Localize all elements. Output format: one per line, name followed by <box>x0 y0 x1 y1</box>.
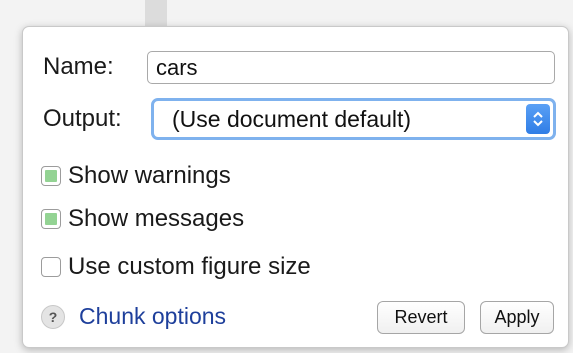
output-select-value: (Use document default) <box>172 105 412 132</box>
custom-figure-size-row[interactable]: Use custom figure size <box>41 253 311 281</box>
name-input[interactable]: cars <box>147 51 555 84</box>
output-row: Output: <box>43 105 122 133</box>
show-messages-label: Show messages <box>68 205 245 232</box>
select-arrows-icon <box>526 104 550 134</box>
show-warnings-checkbox[interactable] <box>41 166 61 186</box>
apply-button[interactable]: Apply <box>480 301 554 334</box>
revert-button[interactable]: Revert <box>377 301 465 334</box>
show-messages-checkbox[interactable] <box>41 209 61 229</box>
name-label: Name: <box>43 53 114 80</box>
output-select[interactable]: (Use document default) <box>151 98 556 140</box>
show-messages-row[interactable]: Show messages <box>41 205 244 233</box>
custom-figure-size-checkbox[interactable] <box>41 257 61 277</box>
chunk-options-link[interactable]: Chunk options <box>79 303 226 330</box>
name-row: Name: <box>43 53 114 81</box>
help-icon[interactable]: ? <box>41 304 65 329</box>
chunk-options-popup: Name: cars Output: (Use document default… <box>22 26 569 348</box>
show-warnings-label: Show warnings <box>68 162 231 189</box>
custom-figure-size-label: Use custom figure size <box>68 253 311 280</box>
output-label: Output: <box>43 105 122 132</box>
chunk-options-help[interactable]: ? Chunk options <box>41 303 226 330</box>
show-warnings-row[interactable]: Show warnings <box>41 162 231 190</box>
name-input-value: cars <box>156 54 198 80</box>
